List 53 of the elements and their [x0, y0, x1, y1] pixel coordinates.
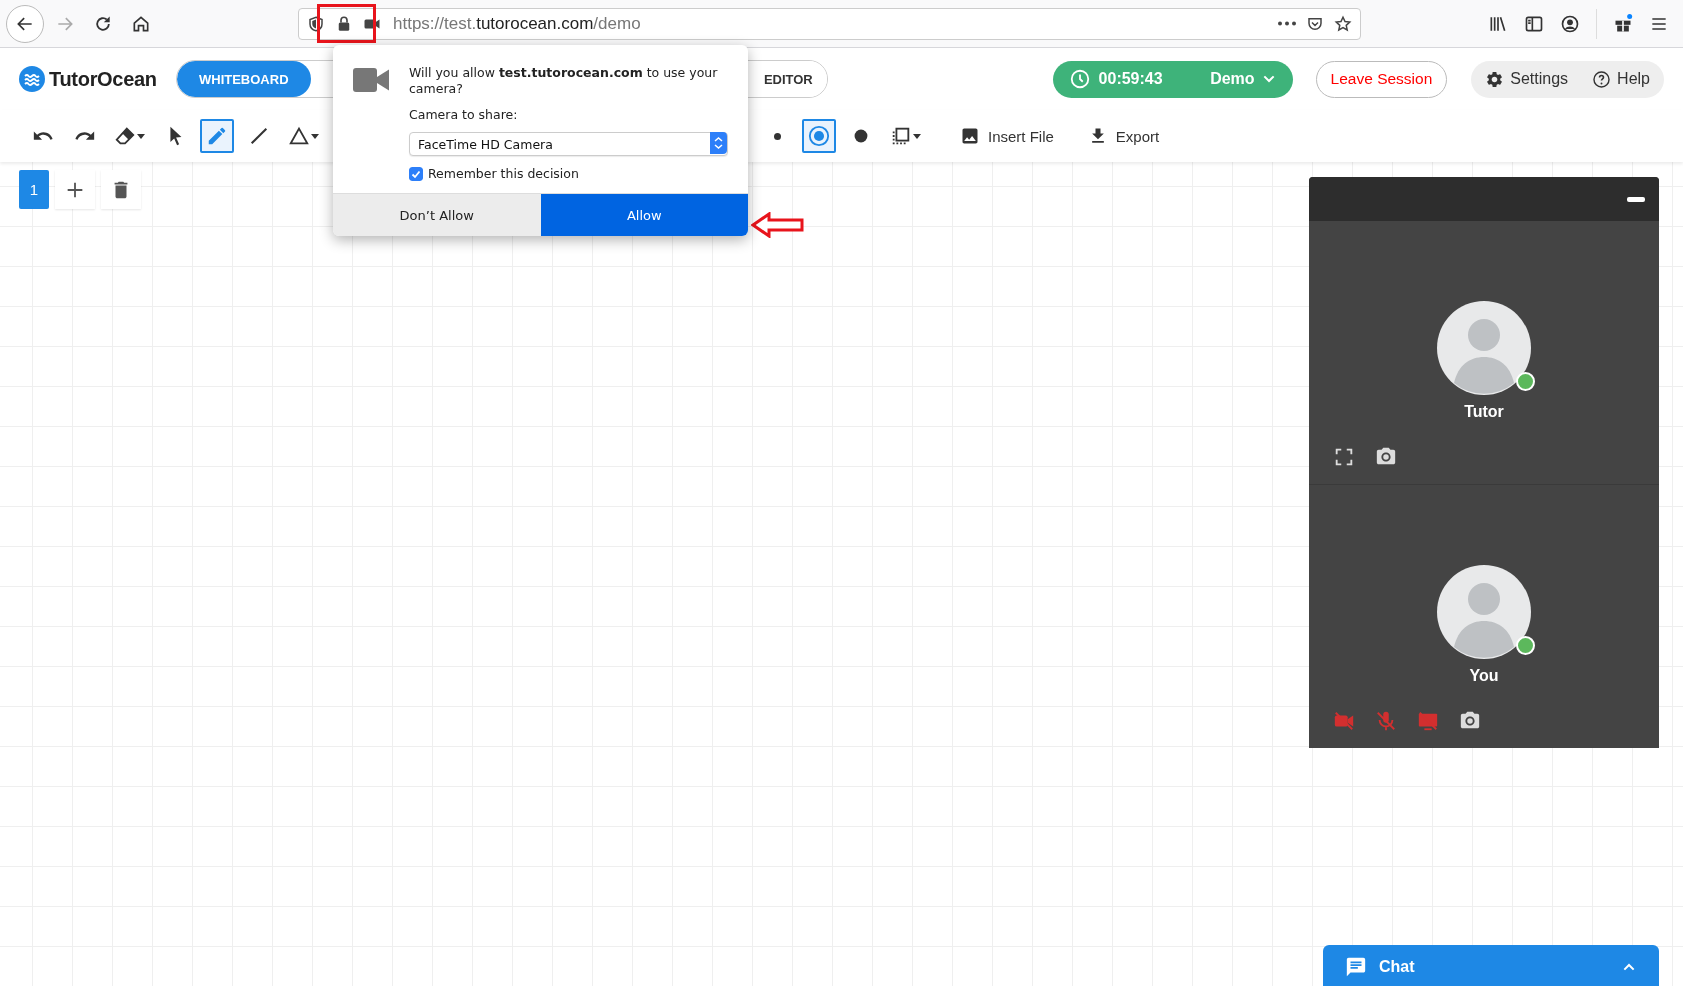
delete-page-button[interactable] — [101, 170, 141, 209]
chat-bar[interactable]: Chat — [1323, 945, 1659, 986]
fullscreen-icon — [1333, 446, 1355, 468]
chat-label: Chat — [1379, 958, 1415, 976]
eraser-icon — [114, 125, 136, 147]
video-control-button[interactable] — [1333, 446, 1355, 468]
toolbar-action[interactable]: Export — [1087, 126, 1160, 146]
add-page-button[interactable] — [55, 170, 95, 209]
logo-text: TutorOcean — [49, 67, 157, 91]
dont-allow-button[interactable]: Don’t Allow — [333, 194, 541, 236]
highlight-box — [317, 4, 376, 43]
help-icon — [1592, 69, 1612, 89]
camera-select-label: Camera to share: — [409, 107, 519, 122]
star-icon — [1334, 14, 1352, 33]
shield-icon — [307, 14, 325, 33]
logo-icon — [19, 66, 45, 92]
url-text: https://test.tutorocean.com/demo — [393, 13, 642, 34]
remember-label: Remember this decision — [428, 166, 579, 181]
leave-session-button[interactable]: Leave Session — [1315, 60, 1448, 98]
participant-name: Tutor — [1464, 403, 1504, 421]
settings-icon — [1485, 69, 1505, 89]
stepper-icon — [710, 132, 727, 154]
timer-text: 00:59:43 — [1098, 70, 1164, 88]
microphone-icon — [1375, 710, 1397, 732]
medium-dot-icon — [808, 125, 830, 147]
mode-tab[interactable]: WHITEBOARD — [176, 61, 311, 97]
help-button[interactable]: Help — [1592, 69, 1650, 89]
allow-button[interactable]: Allow — [540, 194, 748, 236]
more-icon — [1278, 21, 1296, 26]
small-dot-icon — [773, 132, 781, 140]
chat-icon — [1345, 956, 1367, 978]
selection-icon — [890, 125, 912, 147]
account-icon[interactable] — [1560, 13, 1580, 34]
permission-question: Will you allow test.tutorocean.com to use your camera? — [409, 65, 719, 97]
settings-button[interactable]: Settings — [1485, 69, 1569, 89]
camera-select[interactable]: FaceTime HD Camera — [409, 132, 728, 156]
toolbar-action[interactable]: Insert File — [960, 126, 1054, 146]
line-icon — [248, 125, 270, 147]
address-bar[interactable]: https://test.tutorocean.com/demo — [298, 7, 1361, 40]
screen-icon — [1417, 710, 1439, 732]
clock-icon — [1068, 68, 1091, 90]
checkbox[interactable] — [409, 166, 423, 181]
triangle-icon — [288, 125, 310, 147]
video-camera-icon — [353, 65, 389, 95]
participant-name: You — [1469, 667, 1499, 685]
back-button[interactable] — [6, 4, 44, 43]
gift-icon[interactable] — [1613, 13, 1633, 34]
minimize-button[interactable] — [1627, 196, 1645, 202]
page-number-button[interactable]: 1 — [19, 170, 49, 209]
video-camera-icon — [1333, 710, 1355, 732]
arrow — [751, 212, 805, 238]
image-icon — [960, 126, 980, 146]
pencil-icon — [206, 125, 228, 147]
